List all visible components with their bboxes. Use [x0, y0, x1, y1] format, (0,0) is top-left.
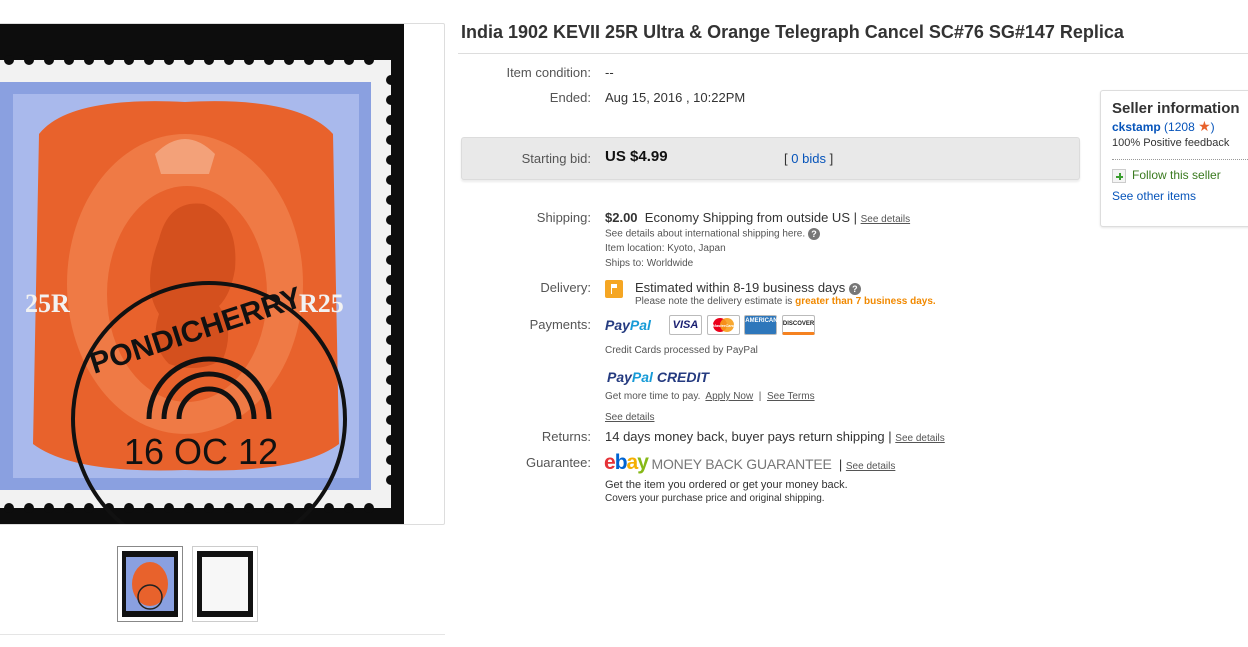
guarantee-label: Guarantee: — [525, 455, 591, 470]
seller-name-line: ckstamp (1208 ★) — [1112, 118, 1215, 134]
item-condition-value: -- — [605, 65, 614, 80]
money-back-guarantee: MONEY BACK GUARANTEE — [651, 456, 832, 472]
apply-now-link[interactable]: Apply Now — [705, 391, 753, 402]
cc-note: Credit Cards processed by PayPal — [605, 345, 758, 356]
help-icon[interactable]: ? — [807, 228, 820, 240]
item-location: Item location: Kyoto, Japan — [605, 243, 726, 254]
paypal-credit-part: Pal — [631, 369, 653, 385]
delivery-note-text: Please note the delivery estimate is — [635, 296, 796, 307]
paypal-logo-part: Pay — [605, 317, 630, 333]
more-time-text: Get more time to pay. — [605, 391, 701, 402]
returns-line: 14 days money back, buyer pays return sh… — [605, 429, 945, 444]
shipping-method: Economy Shipping from outside US | — [644, 210, 857, 225]
help-icon[interactable]: ? — [848, 282, 861, 295]
see-terms-link[interactable]: See Terms — [767, 391, 815, 402]
separator: | — [838, 457, 843, 472]
plus-icon — [1112, 168, 1126, 183]
stamp-image[interactable]: 25R R25 PONDICHERRY 16 OC 12 — [0, 24, 404, 524]
mastercard-logo: MasterCard — [706, 315, 740, 335]
amex-logo: AMERICAN EXPRESS — [744, 315, 808, 335]
delivery-label: Delivery: — [540, 280, 591, 295]
bid-count: [ 0 bids ] — [784, 151, 833, 166]
flag-icon — [605, 280, 623, 298]
feedback-score-link[interactable]: 1208 — [1168, 120, 1195, 134]
follow-seller-label: Follow this seller — [1132, 168, 1221, 182]
paypal-credit-part: CREDIT — [652, 369, 709, 385]
shipping-cost: $2.00 — [605, 210, 638, 225]
item-title: India 1902 KEVII 25R Ultra & Orange Tele… — [461, 22, 1124, 42]
item-condition-label: Item condition: — [506, 65, 591, 80]
guarantee-line-1: Get the item you ordered or get your mon… — [605, 479, 848, 491]
paypal-credit-details: See details — [605, 408, 654, 423]
paypal-see-details-link[interactable]: See details — [605, 412, 654, 423]
returns-label: Returns: — [541, 429, 591, 444]
returns-text: 14 days money back, buyer pays return sh… — [605, 429, 892, 444]
paypal-credit-part: Pay — [607, 369, 632, 385]
svg-text:MasterCard: MasterCard — [712, 323, 735, 328]
svg-text:25R: 25R — [25, 289, 70, 318]
delivery-estimate: Estimated within 8-19 business days ? — [635, 280, 861, 295]
divider — [458, 53, 1248, 54]
paypal-logo: PayPal — [605, 317, 651, 333]
bracket-close: ] — [829, 151, 834, 166]
ended-label: Ended: — [549, 90, 591, 105]
intl-shipping-note: See details about international shipping… — [605, 228, 820, 240]
stamp-illustration: 25R R25 PONDICHERRY 16 OC 12 — [0, 24, 404, 524]
star-icon: ★ — [1198, 118, 1211, 134]
positive-feedback: 100% Positive feedback — [1112, 137, 1230, 149]
divider — [1112, 159, 1248, 160]
paypal-credit-logo: PayPal CREDIT — [607, 369, 709, 385]
delivery-estimate-text: Estimated within 8-19 business days — [635, 280, 846, 295]
see-other-items-label: See other items — [1112, 188, 1197, 203]
intl-shipping-text[interactable]: See details about international shipping… — [605, 229, 805, 240]
starting-bid-label: Starting bid: — [521, 151, 591, 166]
delivery-note-highlight: greater than 7 business days. — [795, 296, 936, 307]
ended-value: Aug 15, 2016 , 10:22PM — [605, 90, 746, 105]
ebay-logo: ebay — [604, 451, 649, 474]
bracket-open: [ — [784, 151, 788, 166]
shipping-see-details-link[interactable]: See details — [861, 214, 910, 225]
visa-logo: VISA — [669, 315, 702, 335]
paypal-credit-line: Get more time to pay. Apply Now | See Te… — [605, 391, 815, 402]
divider — [0, 634, 445, 635]
shipping-label: Shipping: — [536, 210, 591, 225]
seller-info-title: Seller information — [1112, 100, 1240, 117]
svg-text:16 OC 12: 16 OC 12 — [124, 431, 278, 472]
shipping-line: $2.00 Economy Shipping from outside US |… — [605, 210, 910, 225]
seller-name-link[interactable]: ckstamp — [1112, 120, 1161, 134]
discover-logo: DISCOVER — [781, 315, 815, 335]
payments-label: Payments: — [529, 317, 591, 332]
separator: | — [758, 391, 762, 402]
main-image-frame: 25R R25 PONDICHERRY 16 OC 12 — [0, 23, 445, 525]
thumbnail-front[interactable] — [117, 546, 183, 622]
follow-seller-button[interactable]: Follow this seller — [1112, 168, 1248, 183]
seller-info-panel: Seller information ckstamp (1208 ★) 100%… — [1100, 90, 1248, 227]
svg-text:R25: R25 — [299, 289, 344, 318]
guarantee-line-2: Covers your purchase price and original … — [605, 493, 825, 504]
starting-bid-price: US $4.99 — [605, 148, 668, 165]
ships-to: Ships to: Worldwide — [605, 258, 694, 269]
guarantee-see-details-link[interactable]: See details — [846, 461, 895, 472]
returns-see-details-link[interactable]: See details — [895, 433, 944, 444]
thumbnail-strip — [117, 546, 258, 622]
ebay-guarantee: ebay MONEY BACK GUARANTEE | See details — [604, 451, 895, 475]
paypal-logo-part: Pal — [629, 317, 651, 333]
card-logos: VISA MasterCard AMERICAN EXPRESS DISCOVE… — [669, 315, 816, 335]
thumbnail-back[interactable] — [192, 546, 258, 622]
see-other-items-link[interactable]: See other items — [1112, 189, 1248, 203]
delivery-note: Please note the delivery estimate is gre… — [635, 296, 936, 307]
bid-history-link[interactable]: 0 bids — [791, 151, 826, 166]
